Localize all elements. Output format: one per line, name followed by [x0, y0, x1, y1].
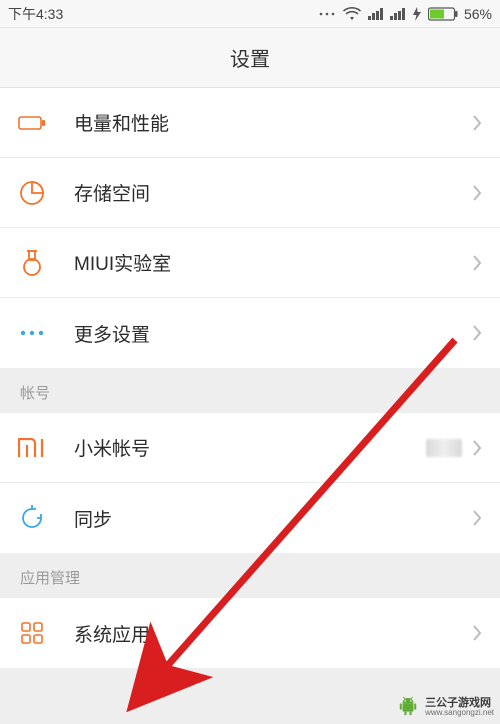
- row-label: 更多设置: [74, 320, 472, 347]
- settings-group-general: 电量和性能 存储空间 MIUI实验室: [0, 88, 500, 368]
- more-dots-icon: [18, 319, 46, 347]
- signal-sim1-icon: [368, 8, 384, 20]
- row-label: MIUI实验室: [74, 249, 472, 276]
- row-mi-account[interactable]: 小米帐号: [0, 413, 500, 483]
- page-title: 设置: [230, 43, 270, 72]
- chevron-right-icon: [472, 114, 482, 132]
- header: 设置: [0, 28, 500, 88]
- android-icon: [397, 696, 419, 718]
- row-label: 电量和性能: [74, 109, 472, 136]
- row-label: 系统应用: [74, 620, 472, 647]
- battery-perf-icon: [18, 109, 46, 137]
- account-value-redacted: [426, 439, 462, 457]
- settings-group-account: 小米帐号 同步: [0, 413, 500, 553]
- section-header-apps: 应用管理: [0, 553, 500, 598]
- charging-icon: [412, 7, 422, 21]
- watermark-url: www.sangongzi.net: [425, 709, 494, 717]
- battery-icon: [428, 7, 458, 21]
- battery-percent: 56%: [464, 6, 492, 22]
- row-storage[interactable]: 存储空间: [0, 158, 500, 228]
- chevron-right-icon: [472, 184, 482, 202]
- chevron-right-icon: [472, 324, 482, 342]
- row-battery-performance[interactable]: 电量和性能: [0, 88, 500, 158]
- chevron-right-icon: [472, 254, 482, 272]
- storage-icon: [18, 179, 46, 207]
- status-time: 下午4:33: [8, 4, 63, 24]
- row-label: 同步: [74, 505, 472, 532]
- signal-sim2-icon: [390, 8, 406, 20]
- row-sync[interactable]: 同步: [0, 483, 500, 553]
- row-miui-lab[interactable]: MIUI实验室: [0, 228, 500, 298]
- wifi-icon: [342, 7, 362, 21]
- mi-logo-icon: [18, 434, 46, 462]
- row-label: 小米帐号: [74, 434, 426, 461]
- settings-group-apps: 系统应用: [0, 598, 500, 668]
- row-label: 存储空间: [74, 179, 472, 206]
- lab-flask-icon: [18, 249, 46, 277]
- status-right: 56%: [318, 6, 492, 22]
- watermark-title: 三公子游戏网: [425, 698, 494, 709]
- sync-icon: [18, 504, 46, 532]
- grid-apps-icon: [18, 619, 46, 647]
- status-bar: 下午4:33 56%: [0, 0, 500, 28]
- row-system-apps[interactable]: 系统应用: [0, 598, 500, 668]
- section-header-account: 帐号: [0, 368, 500, 413]
- more-status-icon: [318, 9, 336, 19]
- chevron-right-icon: [472, 509, 482, 527]
- chevron-right-icon: [472, 439, 482, 457]
- chevron-right-icon: [472, 624, 482, 642]
- row-more-settings[interactable]: 更多设置: [0, 298, 500, 368]
- watermark: 三公子游戏网 www.sangongzi.net: [397, 696, 494, 718]
